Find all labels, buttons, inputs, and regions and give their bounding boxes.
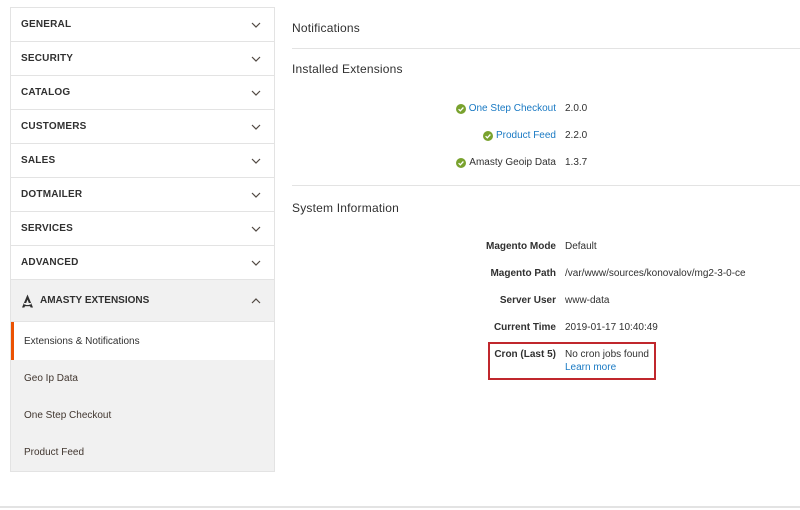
page-bottom-border bbox=[0, 506, 800, 508]
system-info-row: Magento Mode Default bbox=[292, 241, 800, 255]
extension-name-link[interactable]: One Step Checkout bbox=[455, 103, 556, 114]
sidebar-subitem-label: Geo Ip Data bbox=[24, 373, 78, 384]
system-info-row: Server User www-data bbox=[292, 295, 800, 309]
sidebar-item-customers[interactable]: CUSTOMERS bbox=[11, 110, 274, 144]
system-info-value: 2019-01-17 10:40:49 bbox=[565, 322, 658, 333]
sidebar-item-sales[interactable]: SALES bbox=[11, 144, 274, 178]
sidebar-item-label: GENERAL bbox=[21, 19, 72, 30]
sidebar-subitem-geo-ip-data[interactable]: Geo Ip Data bbox=[11, 360, 274, 397]
sidebar-item-advanced[interactable]: ADVANCED bbox=[11, 246, 274, 280]
chevron-down-icon bbox=[250, 257, 262, 269]
sidebar-item-dotmailer[interactable]: DOTMAILER bbox=[11, 178, 274, 212]
sidebar-subitem-label: Product Feed bbox=[24, 447, 85, 458]
section-label: AMASTY EXTENSIONS bbox=[40, 295, 150, 306]
chevron-down-icon bbox=[250, 155, 262, 167]
system-info-value: www-data bbox=[565, 295, 610, 306]
system-info-row: Current Time 2019-01-17 10:40:49 bbox=[292, 322, 800, 336]
chevron-down-icon bbox=[250, 53, 262, 65]
chevron-down-icon bbox=[250, 121, 262, 133]
sidebar-item-label: SALES bbox=[21, 155, 56, 166]
sidebar-item-label: SERVICES bbox=[21, 223, 73, 234]
check-circle-icon bbox=[456, 157, 467, 168]
chevron-down-icon bbox=[250, 19, 262, 31]
config-sidebar: GENERAL SECURITY CATALOG CUSTOMERS SALES… bbox=[10, 7, 275, 472]
amasty-logo-icon bbox=[21, 294, 34, 308]
system-info-row: Magento Path /var/www/sources/konovalov/… bbox=[292, 268, 800, 282]
sidebar-item-label: SECURITY bbox=[21, 53, 74, 64]
divider bbox=[292, 48, 800, 49]
chevron-up-icon bbox=[250, 295, 262, 307]
sidebar-item-label: CATALOG bbox=[21, 87, 71, 98]
extension-version: 1.3.7 bbox=[565, 157, 588, 168]
cron-highlight-box bbox=[488, 342, 656, 380]
system-info-key: Magento Mode bbox=[486, 241, 556, 252]
sidebar-subitem-one-step-checkout[interactable]: One Step Checkout bbox=[11, 397, 274, 434]
chevron-down-icon bbox=[250, 87, 262, 99]
check-circle-icon bbox=[482, 130, 493, 141]
extension-version: 2.2.0 bbox=[565, 130, 588, 141]
extension-row: Amasty Geoip Data 1.3.7 bbox=[292, 157, 800, 171]
notifications-title: Notifications bbox=[292, 21, 360, 35]
extension-name-link[interactable]: Product Feed bbox=[482, 130, 556, 141]
system-info-key: Magento Path bbox=[490, 268, 556, 279]
sidebar-item-label: ADVANCED bbox=[21, 257, 79, 268]
divider bbox=[292, 185, 800, 186]
extension-row: Product Feed 2.2.0 bbox=[292, 130, 800, 144]
sidebar-item-catalog[interactable]: CATALOG bbox=[11, 76, 274, 110]
sidebar-section-amasty-extensions[interactable]: AMASTY EXTENSIONS bbox=[11, 280, 274, 322]
check-circle-icon bbox=[455, 103, 466, 114]
sidebar-subitem-extensions-notifications[interactable]: Extensions & Notifications bbox=[11, 322, 274, 360]
extension-row: One Step Checkout 2.0.0 bbox=[292, 103, 800, 117]
sidebar-item-services[interactable]: SERVICES bbox=[11, 212, 274, 246]
system-info-key: Server User bbox=[499, 295, 556, 306]
sidebar-subitem-product-feed[interactable]: Product Feed bbox=[11, 434, 274, 471]
system-info-value: Default bbox=[565, 241, 597, 252]
system-info-key: Current Time bbox=[493, 322, 556, 333]
extension-name: Amasty Geoip Data bbox=[456, 157, 556, 168]
extension-version: 2.0.0 bbox=[565, 103, 588, 114]
sidebar-item-label: CUSTOMERS bbox=[21, 121, 87, 132]
sidebar-subitem-label: Extensions & Notifications bbox=[24, 335, 140, 347]
installed-extensions-title: Installed Extensions bbox=[292, 62, 403, 76]
sidebar-subitem-label: One Step Checkout bbox=[24, 410, 112, 421]
system-information-title: System Information bbox=[292, 201, 399, 215]
sidebar-item-security[interactable]: SECURITY bbox=[11, 42, 274, 76]
chevron-down-icon bbox=[250, 223, 262, 235]
chevron-down-icon bbox=[250, 189, 262, 201]
sidebar-item-label: DOTMAILER bbox=[21, 189, 83, 200]
system-info-value: /var/www/sources/konovalov/mg2-3-0-ce bbox=[565, 268, 746, 279]
sidebar-item-general[interactable]: GENERAL bbox=[11, 8, 274, 42]
